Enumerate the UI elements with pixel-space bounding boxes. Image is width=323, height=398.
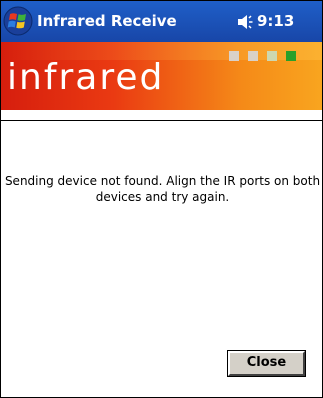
banner-indicator-square	[248, 51, 258, 61]
banner-title: infrared	[7, 57, 165, 98]
close-button[interactable]: Close	[227, 350, 306, 377]
infrared-receive-screen: Infrared Receive 9:13 infrared Sending d…	[0, 0, 323, 398]
speaker-icon[interactable]	[236, 14, 254, 30]
app-title: Infrared Receive	[37, 12, 177, 30]
banner-indicator-square	[229, 51, 239, 61]
windows-flag-icon[interactable]	[3, 6, 33, 36]
infrared-banner: infrared	[1, 42, 322, 110]
clock[interactable]: 9:13	[257, 12, 294, 30]
banner-indicator-square	[267, 51, 277, 61]
title-bar: Infrared Receive 9:13	[1, 1, 322, 42]
divider	[1, 120, 322, 121]
status-message: Sending device not found. Align the IR p…	[4, 174, 321, 204]
banner-indicator-square	[286, 51, 296, 61]
